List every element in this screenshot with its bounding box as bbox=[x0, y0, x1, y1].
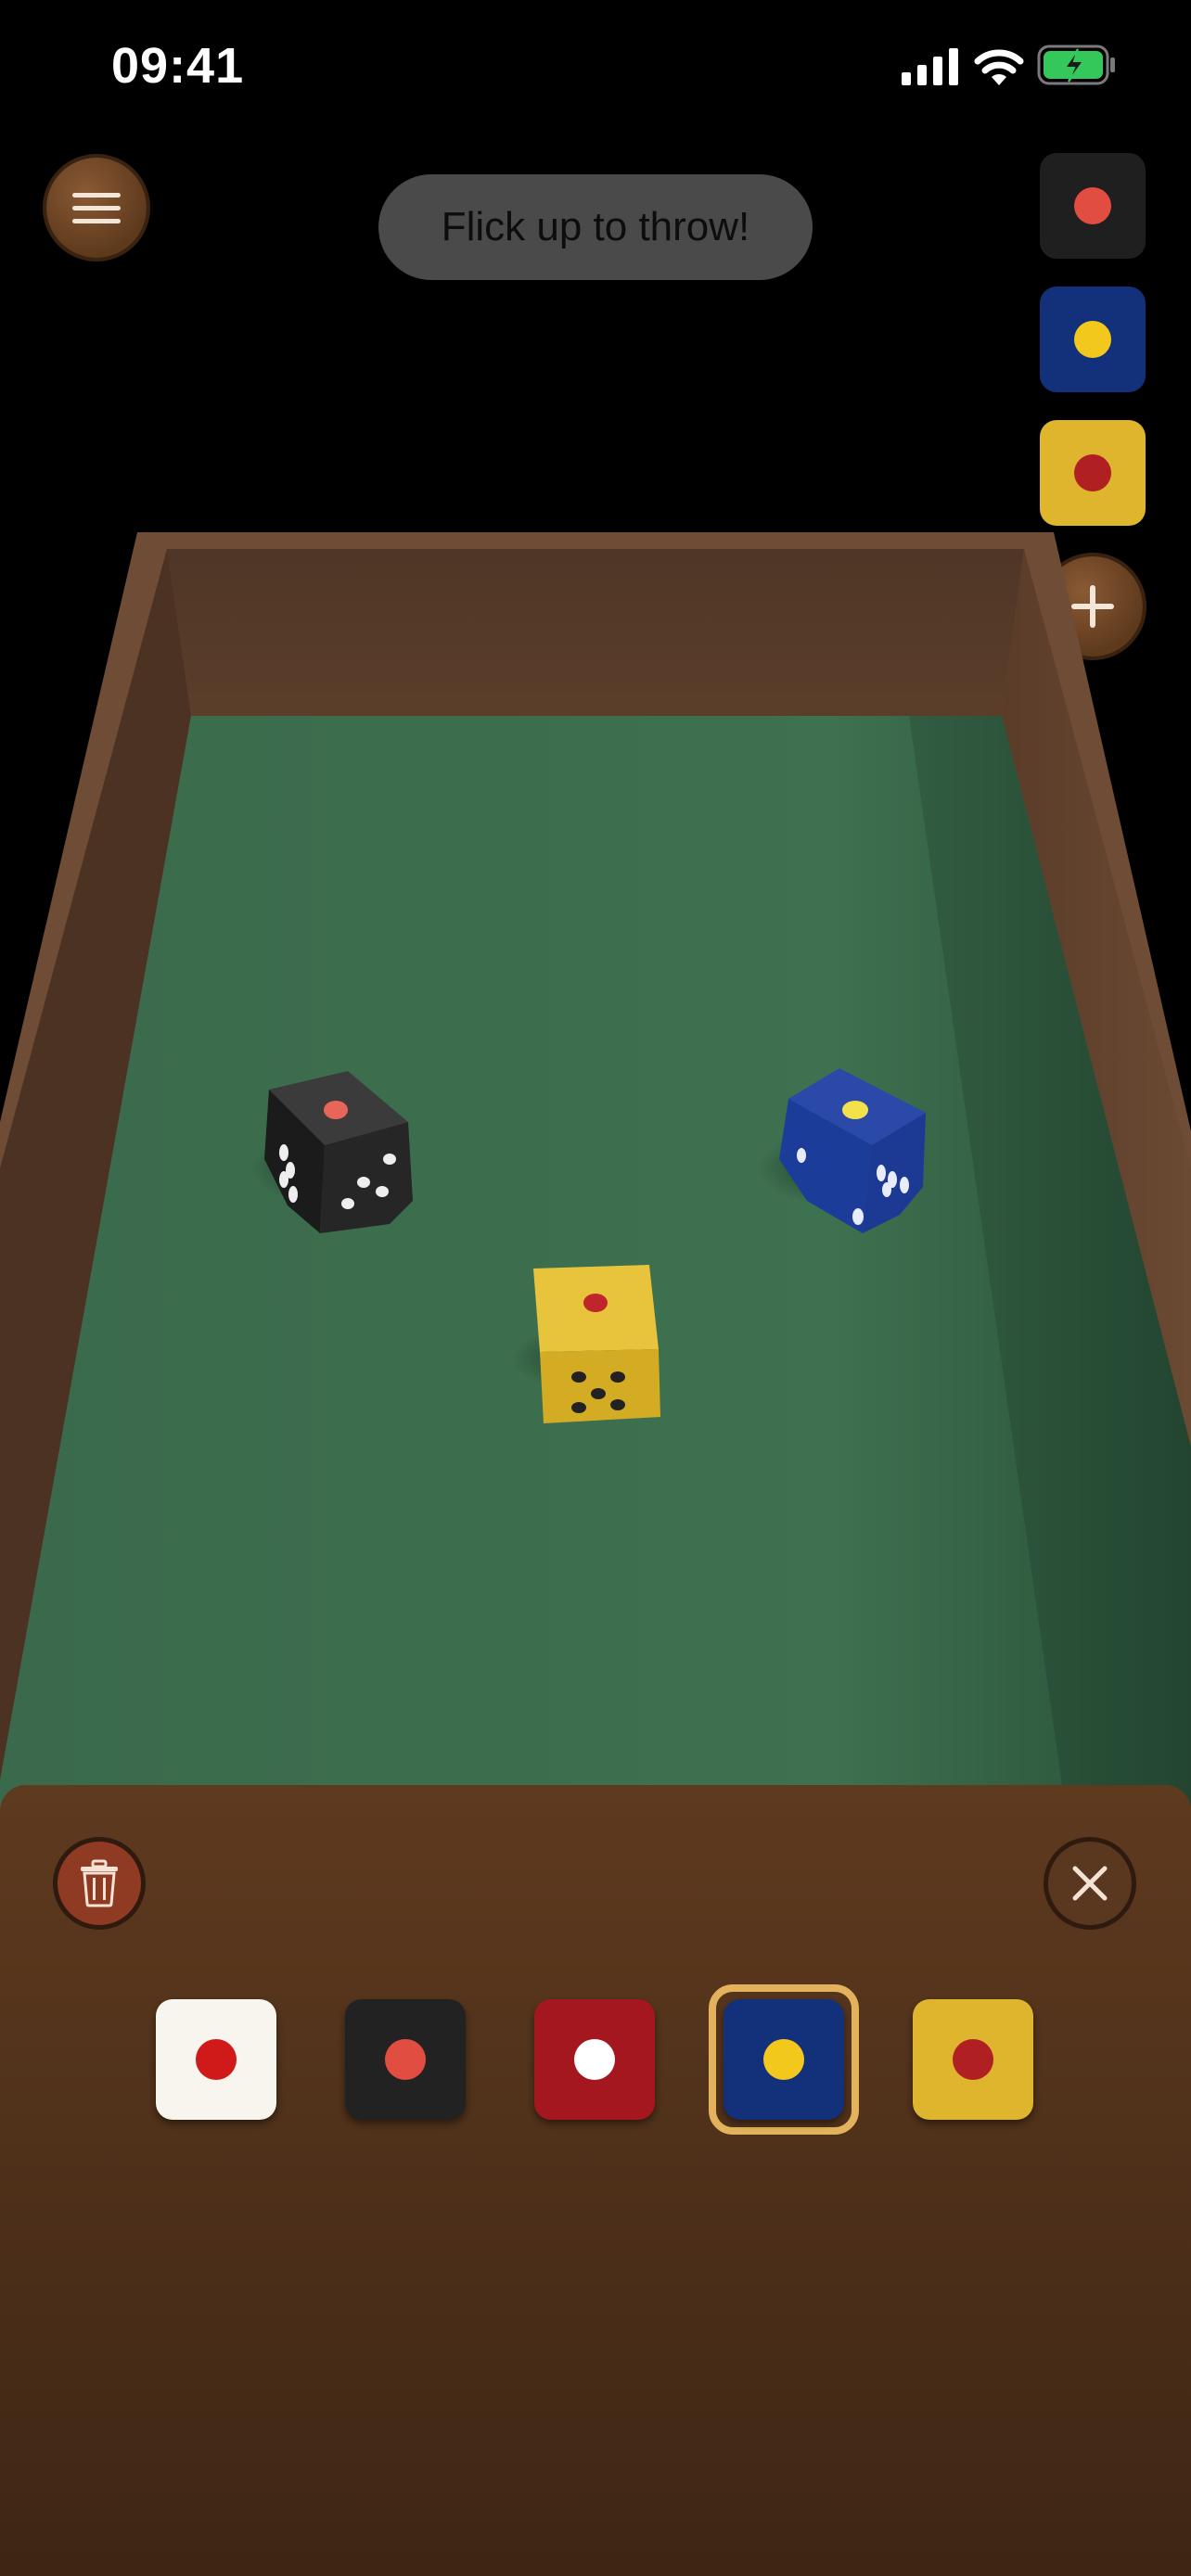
palette-die-red[interactable] bbox=[534, 1999, 655, 2120]
hamburger-icon bbox=[72, 193, 121, 223]
active-die-blue[interactable] bbox=[1040, 287, 1146, 392]
dice-box[interactable] bbox=[0, 519, 1191, 1817]
die-pip bbox=[385, 2039, 426, 2080]
die-pip bbox=[763, 2039, 804, 2080]
trash-icon bbox=[81, 1859, 118, 1907]
delete-dice-button[interactable] bbox=[58, 1842, 141, 1925]
status-time: 09:41 bbox=[111, 38, 245, 94]
die-pip bbox=[574, 2039, 615, 2080]
die-pip bbox=[953, 2039, 993, 2080]
palette-die-blue[interactable] bbox=[724, 1999, 844, 2120]
cellular-signal-icon bbox=[902, 48, 958, 85]
die-pip bbox=[1074, 321, 1111, 358]
palette-selection-ring bbox=[709, 1984, 859, 2135]
palette-die-yellow[interactable] bbox=[913, 1999, 1033, 2120]
palette-die-white[interactable] bbox=[156, 1999, 276, 2120]
palette-die-black[interactable] bbox=[345, 1999, 466, 2120]
active-die-yellow[interactable] bbox=[1040, 420, 1146, 526]
menu-button[interactable] bbox=[46, 158, 147, 258]
yellow-die bbox=[533, 1265, 660, 1423]
throw-hint-toast: Flick up to throw! bbox=[378, 174, 813, 280]
die-pip bbox=[1074, 187, 1111, 224]
active-die-black[interactable] bbox=[1040, 153, 1146, 259]
battery-charging-icon bbox=[1037, 45, 1115, 85]
close-tray-button[interactable] bbox=[1048, 1842, 1132, 1925]
dice-picker-tray bbox=[0, 1785, 1191, 2576]
wifi-icon bbox=[974, 49, 1024, 85]
die-pip bbox=[196, 2039, 237, 2080]
close-icon bbox=[1072, 1866, 1108, 1901]
die-pip bbox=[1074, 454, 1111, 491]
